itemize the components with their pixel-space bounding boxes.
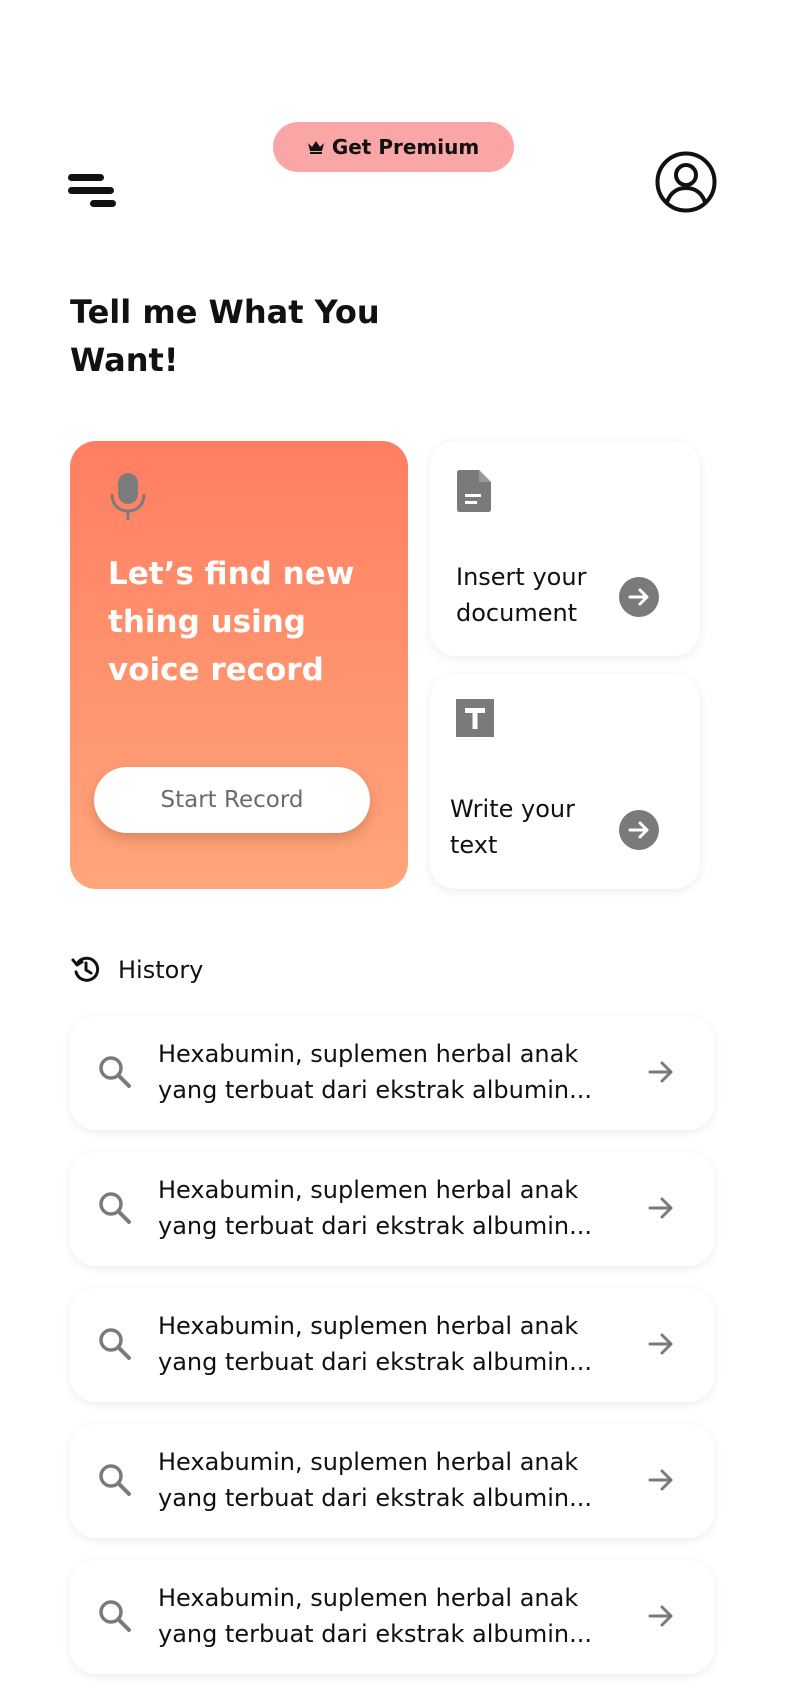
search-icon bbox=[99, 1192, 131, 1224]
document-icon bbox=[457, 470, 491, 512]
premium-label: Get Premium bbox=[331, 135, 480, 159]
menu-button[interactable] bbox=[68, 174, 120, 214]
write-text-label: Write your text bbox=[450, 795, 575, 859]
search-icon bbox=[99, 1600, 131, 1632]
history-item-text: Hexabumin, suplemen herbal anak yang ter… bbox=[158, 1448, 592, 1512]
arrow-right-icon[interactable] bbox=[648, 1060, 674, 1084]
arrow-right-icon[interactable] bbox=[648, 1604, 674, 1628]
history-item[interactable]: Hexabumin, suplemen herbal anak yang ter… bbox=[70, 1288, 714, 1402]
start-record-button[interactable]: Start Record bbox=[94, 767, 370, 833]
arrow-circle-icon[interactable] bbox=[619, 810, 659, 850]
page-title: Tell me What You Want! bbox=[70, 293, 380, 379]
user-circle-icon[interactable] bbox=[655, 151, 717, 213]
history-item-text: Hexabumin, suplemen herbal anak yang ter… bbox=[158, 1040, 592, 1104]
history-item[interactable]: Hexabumin, suplemen herbal anak yang ter… bbox=[70, 1152, 714, 1266]
history-item[interactable]: Hexabumin, suplemen herbal anak yang ter… bbox=[70, 1560, 714, 1674]
menu-icon bbox=[68, 174, 104, 181]
history-item-text: Hexabumin, suplemen herbal anak yang ter… bbox=[158, 1312, 592, 1376]
get-premium-button[interactable]: Get Premium bbox=[273, 122, 514, 172]
search-icon bbox=[99, 1464, 131, 1496]
history-title: History bbox=[118, 956, 204, 984]
history-item[interactable]: Hexabumin, suplemen herbal anak yang ter… bbox=[70, 1016, 714, 1130]
voice-card-text: Let’s find new thing using voice record bbox=[108, 556, 355, 688]
history-item-text: Hexabumin, suplemen herbal anak yang ter… bbox=[158, 1584, 592, 1648]
text-icon bbox=[456, 699, 494, 737]
history-item-text: Hexabumin, suplemen herbal anak yang ter… bbox=[158, 1176, 592, 1240]
arrow-circle-icon[interactable] bbox=[619, 577, 659, 617]
search-icon bbox=[99, 1328, 131, 1360]
history-icon bbox=[71, 956, 100, 982]
microphone-icon[interactable] bbox=[108, 472, 148, 522]
history-item[interactable]: Hexabumin, suplemen herbal anak yang ter… bbox=[70, 1424, 714, 1538]
crown-icon bbox=[307, 141, 324, 154]
insert-document-label: Insert your document bbox=[456, 563, 587, 627]
search-icon bbox=[99, 1056, 131, 1088]
arrow-right-icon[interactable] bbox=[648, 1196, 674, 1220]
arrow-right-icon[interactable] bbox=[648, 1468, 674, 1492]
arrow-right-icon[interactable] bbox=[648, 1332, 674, 1356]
